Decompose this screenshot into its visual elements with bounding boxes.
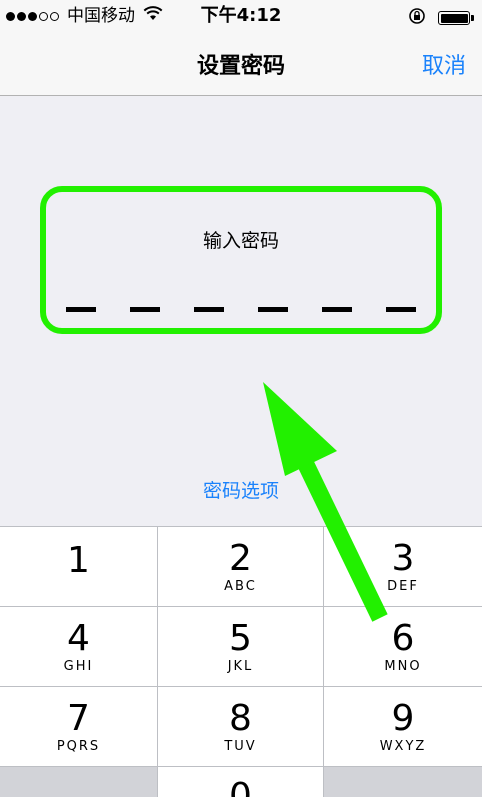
passcode-highlight-box xyxy=(40,186,442,334)
key-digit: 7 xyxy=(67,698,90,739)
page-title: 设置密码 xyxy=(196,54,285,79)
key-letters: WXYZ xyxy=(379,739,427,754)
key-8[interactable]: 8 TUV xyxy=(158,687,323,766)
passcode-digit-slot xyxy=(194,307,224,312)
key-5[interactable]: 5 JKL xyxy=(158,607,323,686)
passcode-options-link[interactable]: 密码选项 xyxy=(0,477,482,505)
key-digit: 2 xyxy=(229,538,252,579)
delete-key[interactable] xyxy=(324,767,482,797)
key-blank xyxy=(0,767,157,797)
key-digit: 9 xyxy=(391,698,415,739)
status-bar: 中国移动 下午4:12 xyxy=(0,0,482,40)
key-9[interactable]: 9 WXYZ xyxy=(324,687,482,766)
key-letters: DEF xyxy=(387,579,419,594)
key-digit: 5 xyxy=(229,618,252,659)
key-3[interactable]: 3 DEF xyxy=(324,527,482,606)
key-2[interactable]: 2 ABC xyxy=(158,527,323,606)
passcode-digit-slot xyxy=(258,307,288,312)
navigation-bar: 设置密码 取消 xyxy=(0,40,482,96)
key-letters: TUV xyxy=(224,739,257,754)
key-letters: JKL xyxy=(227,659,254,674)
passcode-digit-slot xyxy=(322,307,352,312)
rotation-lock-icon xyxy=(408,7,426,29)
passcode-digit-slot xyxy=(66,307,96,312)
passcode-digit-slot xyxy=(130,307,160,312)
key-digit: 3 xyxy=(391,538,415,579)
key-digit: 1 xyxy=(67,540,90,581)
key-digit: 6 xyxy=(391,618,415,659)
key-1[interactable]: 1 xyxy=(0,527,157,606)
passcode-prompt: 输入密码 xyxy=(202,230,279,252)
key-letters: PQRS xyxy=(56,739,101,754)
key-digit: 4 xyxy=(67,618,90,659)
status-right xyxy=(408,7,474,29)
numeric-keypad: 1 2 ABC 3 DEF 4 GHI 5 JKL 6 MNO 7 PQRS 8… xyxy=(0,526,482,797)
key-digit: 8 xyxy=(229,698,252,739)
key-letters: ABC xyxy=(224,579,257,594)
passcode-digit-slot xyxy=(386,307,416,312)
key-4[interactable]: 4 GHI xyxy=(0,607,157,686)
key-letters: MNO xyxy=(384,659,422,674)
key-7[interactable]: 7 PQRS xyxy=(0,687,157,766)
key-0[interactable]: 0 xyxy=(158,767,323,797)
key-6[interactable]: 6 MNO xyxy=(324,607,482,686)
key-letters: GHI xyxy=(63,659,94,674)
cancel-button[interactable]: 取消 xyxy=(422,52,466,82)
key-digit: 0 xyxy=(229,776,252,797)
battery-icon xyxy=(438,11,474,25)
